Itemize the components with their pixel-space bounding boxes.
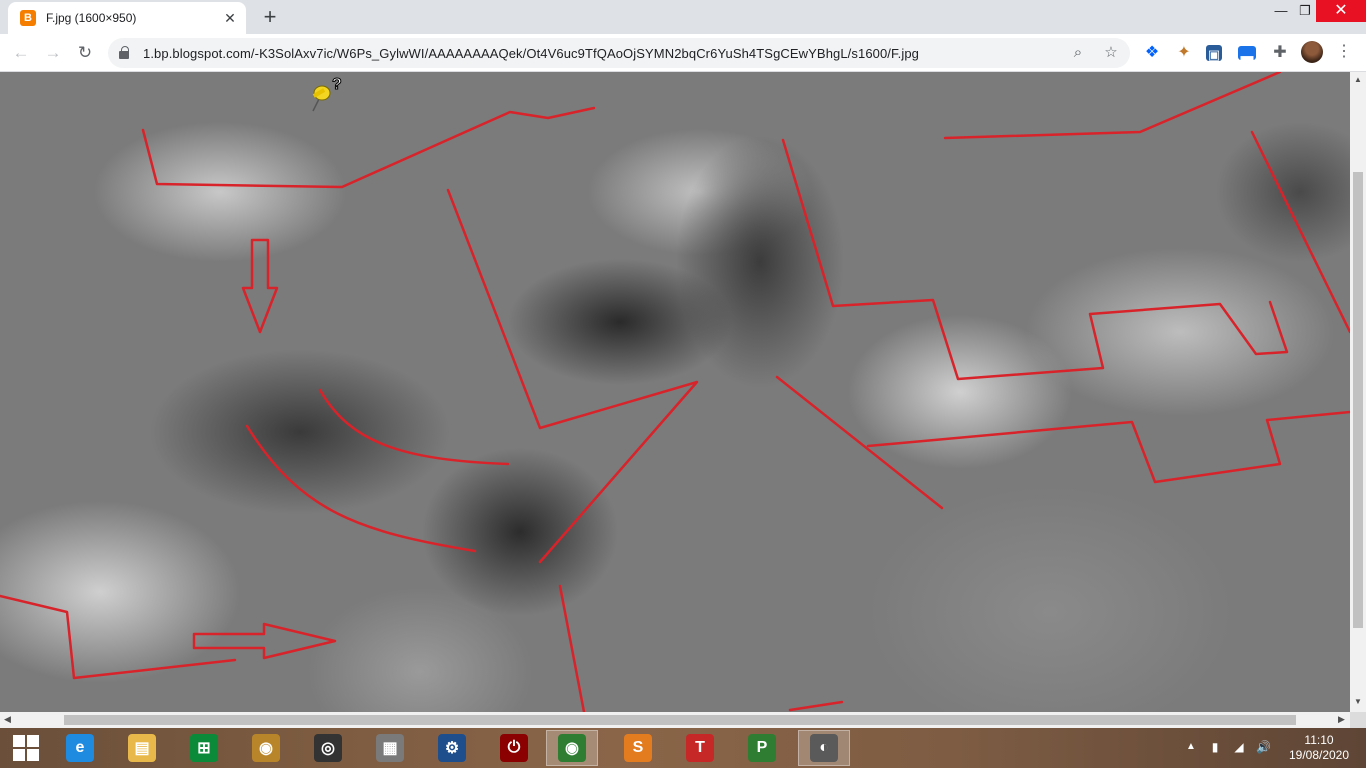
reload-button[interactable]: ↻ <box>74 42 96 64</box>
vertical-scroll-thumb[interactable] <box>1353 172 1363 628</box>
image-viewport[interactable]: ? <box>0 72 1350 712</box>
taskbar-app-internet-explorer[interactable]: e <box>54 730 106 766</box>
scroll-left-arrow-icon[interactable]: ◀ <box>4 714 11 725</box>
close-window-button[interactable]: ✕ <box>1316 0 1366 22</box>
more-vertical-icon[interactable]: ⋮ <box>1334 41 1354 63</box>
annotation-line <box>1250 130 1350 334</box>
tools-extension-icon[interactable]: ✦ <box>1174 43 1194 63</box>
annotation-line <box>866 410 1350 484</box>
scroll-up-arrow-icon[interactable]: ▲ <box>1353 75 1363 84</box>
annotation-arrow-right <box>192 622 337 660</box>
annotation-line <box>558 584 586 712</box>
device-icon[interactable]: ▮ <box>1208 740 1222 754</box>
app-s-icon: S <box>624 734 652 762</box>
forward-button[interactable]: → <box>42 42 64 64</box>
annotation-line <box>141 106 596 189</box>
annotation-curve <box>245 424 477 553</box>
taskbar-app-app-t[interactable]: T <box>674 730 726 766</box>
taskbar-app-store[interactable]: ⊞ <box>178 730 230 766</box>
scroll-down-arrow-icon[interactable]: ▼ <box>1353 697 1363 706</box>
speaker-icon: ◎ <box>314 734 342 762</box>
settings-app-icon: ⚙ <box>438 734 466 762</box>
tab-close-icon[interactable]: ✕ <box>222 10 238 26</box>
file-explorer-icon: ▤ <box>128 734 156 762</box>
dropbox-extension-icon[interactable]: ❖ <box>1142 43 1162 63</box>
volume-icon[interactable]: 🔊 <box>1256 740 1271 754</box>
address-bar[interactable]: 1.bp.blogspot.com/-K3SolAxv7ic/W6Ps_Gylw… <box>108 38 1130 68</box>
doc-tool-icon: ▦ <box>376 734 404 762</box>
bookmark-star-icon[interactable]: ☆ <box>1101 43 1121 63</box>
app-t-icon: T <box>686 734 714 762</box>
tab-strip: B F.jpg (1600×950) ✕ + — ❐ ✕ <box>0 0 1366 34</box>
google-earth-pro-icon: ◐ <box>810 734 838 762</box>
chrome-icon: ◉ <box>558 734 586 762</box>
scrollbar-corner <box>1350 712 1366 728</box>
internet-explorer-icon: e <box>66 734 94 762</box>
pushpin-with-question-icon[interactable]: ? <box>305 75 345 115</box>
annotation-line <box>0 594 237 680</box>
taskbar-app-app-p[interactable]: P <box>736 730 788 766</box>
tab-active[interactable]: B F.jpg (1600×950) ✕ <box>8 2 246 34</box>
annotation-line <box>781 138 1289 381</box>
zoom-icon[interactable]: ⌕ <box>1068 43 1088 63</box>
horizontal-scrollbar[interactable]: ◀ ▶ <box>0 712 1350 728</box>
lock-icon[interactable] <box>119 46 129 59</box>
taskbar-app-file-explorer[interactable]: ▤ <box>116 730 168 766</box>
screen: B F.jpg (1600×950) ✕ + — ❐ ✕ ← → ↻ 1.bp.… <box>0 0 1366 768</box>
calendar-extension-icon[interactable]: ▬ <box>1238 46 1256 63</box>
taskbar: e ▤ ⊞ ◉ ◎ ▦ ⚙ ⏻ ◉ S T P ◐ ▲ ▮ ◢ 🔊 11:10 19/08/2020 <box>0 728 1366 768</box>
annotation-arrow-down <box>241 238 279 334</box>
app-extension-icon[interactable]: ▣ <box>1206 45 1222 62</box>
taskbar-app-google-earth-pro[interactable]: ◐ <box>798 730 850 766</box>
start-button[interactable] <box>0 730 52 766</box>
annotation-line <box>943 72 1282 140</box>
tab-title: F.jpg (1600×950) <box>46 11 137 25</box>
new-tab-button[interactable]: + <box>258 6 282 28</box>
url-text[interactable]: 1.bp.blogspot.com/-K3SolAxv7ic/W6Ps_Gylw… <box>143 46 919 61</box>
annotation-curve <box>318 388 510 466</box>
vertical-scrollbar[interactable]: ▲ ▼ <box>1350 72 1366 712</box>
taskbar-app-power-app[interactable]: ⏻ <box>488 730 540 766</box>
blogger-favicon-icon: B <box>20 10 36 26</box>
windows-logo-icon <box>13 735 39 761</box>
profile-avatar[interactable] <box>1301 41 1323 63</box>
annotation-line <box>788 700 844 712</box>
browser-toolbar: ← → ↻ 1.bp.blogspot.com/-K3SolAxv7ic/W6P… <box>0 34 1366 72</box>
taskbar-app-doc-tool[interactable]: ▦ <box>364 730 416 766</box>
svg-text:?: ? <box>332 76 342 93</box>
store-icon: ⊞ <box>190 734 218 762</box>
app-p-icon: P <box>748 734 776 762</box>
clock-time: 11:10 <box>1304 733 1334 747</box>
back-button[interactable]: ← <box>10 42 32 64</box>
extensions-puzzle-icon[interactable]: ✚ <box>1270 43 1290 63</box>
taskbar-app-speaker[interactable]: ◎ <box>302 730 354 766</box>
app-camera-icon: ◉ <box>252 734 280 762</box>
clock-date: 19/08/2020 <box>1288 748 1350 762</box>
taskbar-app-settings-app[interactable]: ⚙ <box>426 730 478 766</box>
taskbar-app-app-s[interactable]: S <box>612 730 664 766</box>
annotation-line <box>446 188 699 564</box>
horizontal-scroll-thumb[interactable] <box>64 715 1296 725</box>
taskbar-app-chrome[interactable]: ◉ <box>546 730 598 766</box>
network-signal-icon[interactable]: ◢ <box>1232 740 1246 754</box>
system-clock[interactable]: 11:10 19/08/2020 <box>1283 733 1355 768</box>
annotation-overlay <box>0 72 1350 712</box>
scroll-right-arrow-icon[interactable]: ▶ <box>1338 714 1345 725</box>
show-hidden-icons-chevron-icon[interactable]: ▲ <box>1186 741 1196 768</box>
taskbar-app-app-camera[interactable]: ◉ <box>240 730 292 766</box>
power-app-icon: ⏻ <box>500 734 528 762</box>
